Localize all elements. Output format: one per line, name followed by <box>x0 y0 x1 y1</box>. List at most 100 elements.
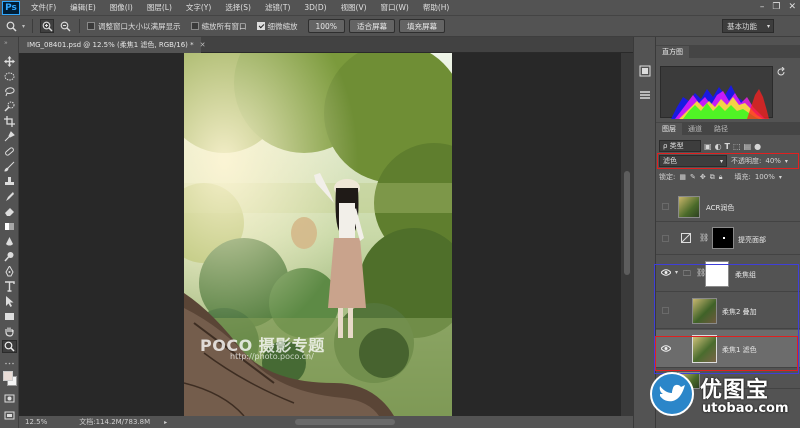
zoom-out-icon[interactable] <box>58 19 72 33</box>
filter-toggle-icon[interactable]: ● <box>754 142 761 151</box>
maximize-icon[interactable]: ❐ <box>772 2 780 12</box>
adjustment-layer-icon <box>681 233 691 243</box>
zoom-all-label: 缩放所有窗口 <box>201 21 247 31</box>
tab-layers[interactable]: 图层 <box>656 123 682 135</box>
fit-screen-button[interactable]: 适合屏幕 <box>348 19 395 33</box>
zoom-in-icon[interactable] <box>40 19 55 33</box>
document-tab-bar: IMG_08401.psd @ 12.5% (柔焦1 滤色, RGB/16) *… <box>19 37 633 53</box>
resize-windows-checkbox[interactable]: 调整窗口大小以满屏显示 <box>87 21 181 32</box>
chevron-down-icon[interactable]: ▾ <box>22 23 25 30</box>
vertical-scroll-thumb[interactable] <box>624 171 630 275</box>
type-filter-icon[interactable]: T <box>725 142 730 151</box>
mask-thumbnail[interactable] <box>712 227 734 249</box>
menu-file[interactable]: 文件(F) <box>24 2 63 13</box>
minimize-icon[interactable]: – <box>760 2 765 12</box>
scrubby-zoom-label: 细微缩放 <box>267 21 298 31</box>
panel-dock-strip <box>633 37 655 428</box>
chevron-down-icon: ▾ <box>766 22 770 30</box>
vertical-scrollbar[interactable] <box>621 53 633 416</box>
smart-object-filter-icon[interactable]: ▤ <box>744 142 752 151</box>
zoom-all-windows-checkbox[interactable]: 缩放所有窗口 <box>190 21 247 32</box>
screen-mode-icon[interactable] <box>2 409 17 422</box>
clone-stamp-tool-icon[interactable] <box>2 175 17 188</box>
lasso-tool-icon[interactable] <box>2 85 17 98</box>
lock-position-icon[interactable]: ✥ <box>700 173 706 181</box>
document-photo[interactable] <box>184 53 452 416</box>
layers-panel-tabs: 图层 通道 路径 <box>656 122 800 135</box>
eraser-tool-icon[interactable] <box>2 205 17 218</box>
foreground-color-swatch[interactable] <box>3 371 13 381</box>
visibility-toggle[interactable] <box>660 235 671 242</box>
healing-brush-tool-icon[interactable] <box>2 145 17 158</box>
svg-text:»: » <box>4 39 8 46</box>
gradient-tool-icon[interactable] <box>2 220 17 233</box>
lock-fill-row: 锁定: ▦ ✎ ✥ ⧉ 🔒︎ 填充: 100% ▾ <box>656 170 800 184</box>
type-tool-icon[interactable] <box>2 280 17 293</box>
menu-view[interactable]: 视图(V) <box>334 2 374 13</box>
dodge-tool-icon[interactable] <box>2 250 17 263</box>
menu-select[interactable]: 选择(S) <box>218 2 258 13</box>
document-tab[interactable]: IMG_08401.psd @ 12.5% (柔焦1 滤色, RGB/16) *… <box>19 37 206 53</box>
tab-channels[interactable]: 通道 <box>682 123 708 135</box>
zoom-tool-icon[interactable] <box>4 19 18 33</box>
fill-screen-button[interactable]: 填充屏幕 <box>398 19 445 33</box>
history-brush-tool-icon[interactable] <box>2 190 17 203</box>
pen-tool-icon[interactable] <box>2 265 17 278</box>
lock-pixels-icon[interactable]: ✎ <box>690 173 696 181</box>
crop-tool-icon[interactable] <box>2 115 17 128</box>
horizontal-scroll-thumb[interactable] <box>295 419 395 425</box>
scrubby-zoom-checkbox[interactable]: 细微缩放 <box>256 21 298 32</box>
lock-transparency-icon[interactable]: ▦ <box>679 173 686 181</box>
workspace-select[interactable]: 基本功能 ▾ <box>722 19 774 33</box>
zoom-tool-active-icon[interactable] <box>2 340 17 353</box>
close-tab-icon[interactable]: ✕ <box>200 41 206 49</box>
blur-tool-icon[interactable] <box>2 235 17 248</box>
tab-histogram[interactable]: 直方图 <box>656 46 689 58</box>
move-tool-icon[interactable] <box>2 55 17 68</box>
menu-layer[interactable]: 图层(L) <box>140 2 179 13</box>
properties-panel-icon[interactable] <box>639 89 651 103</box>
menu-help[interactable]: 帮助(H) <box>416 2 457 13</box>
menu-window[interactable]: 窗口(W) <box>374 2 416 13</box>
menu-filter[interactable]: 滤镜(T) <box>258 2 297 13</box>
chevron-down-icon[interactable]: ▾ <box>779 174 782 181</box>
history-panel-icon[interactable] <box>639 65 651 79</box>
selected-layer-highlight <box>655 336 798 371</box>
document-size[interactable]: 文档:114.2M/783.8M <box>79 417 150 427</box>
visibility-toggle[interactable] <box>660 203 671 210</box>
pixel-filter-icon[interactable]: ▣ <box>704 142 712 151</box>
tab-paths[interactable]: 路径 <box>708 123 734 135</box>
path-select-tool-icon[interactable] <box>2 295 17 308</box>
eyedropper-tool-icon[interactable] <box>2 130 17 143</box>
link-icon: ⛓︎ <box>699 233 710 242</box>
adjustment-filter-icon[interactable]: ◐ <box>715 142 722 151</box>
status-arrow-icon[interactable]: ▸ <box>164 419 167 426</box>
lock-all-icon[interactable]: 🔒︎ <box>719 173 723 182</box>
brush-tool-icon[interactable] <box>2 160 17 173</box>
status-bar: 12.5% 文档:114.2M/783.8M ▸ <box>19 416 633 428</box>
menu-3d[interactable]: 3D(D) <box>297 3 333 12</box>
toolbar-grip-icon[interactable]: » <box>2 39 17 46</box>
shape-filter-icon[interactable]: ⬚ <box>733 142 741 151</box>
layer-kind-filter[interactable]: ρ 类型 <box>659 140 701 152</box>
workspace-label: 基本功能 <box>727 21 757 31</box>
histogram-refresh-icon[interactable] <box>776 66 786 79</box>
layer-row[interactable]: ⛓︎ 提亮面部 <box>656 223 800 255</box>
layer-row[interactable]: ACR润色 <box>656 192 800 222</box>
logo-chinese-text: 优图宝 <box>700 378 770 403</box>
marquee-tool-icon[interactable] <box>2 70 17 83</box>
menu-type[interactable]: 文字(Y) <box>179 2 218 13</box>
layer-name: ACR润色 <box>706 204 735 212</box>
hand-tool-icon[interactable] <box>2 325 17 338</box>
fill-value[interactable]: 100% <box>755 173 775 181</box>
close-icon[interactable]: ✕ <box>788 2 796 12</box>
quick-mask-icon[interactable] <box>2 392 17 405</box>
menu-edit[interactable]: 编辑(E) <box>63 2 103 13</box>
zoom-level[interactable]: 12.5% <box>25 418 47 426</box>
quick-select-tool-icon[interactable] <box>2 100 17 113</box>
zoom-100-button[interactable]: 100% <box>307 19 345 33</box>
lock-artboard-icon[interactable]: ⧉ <box>710 173 715 182</box>
more-tools-icon[interactable] <box>2 359 17 367</box>
rectangle-tool-icon[interactable] <box>2 310 17 323</box>
menu-image[interactable]: 图像(I) <box>103 2 140 13</box>
